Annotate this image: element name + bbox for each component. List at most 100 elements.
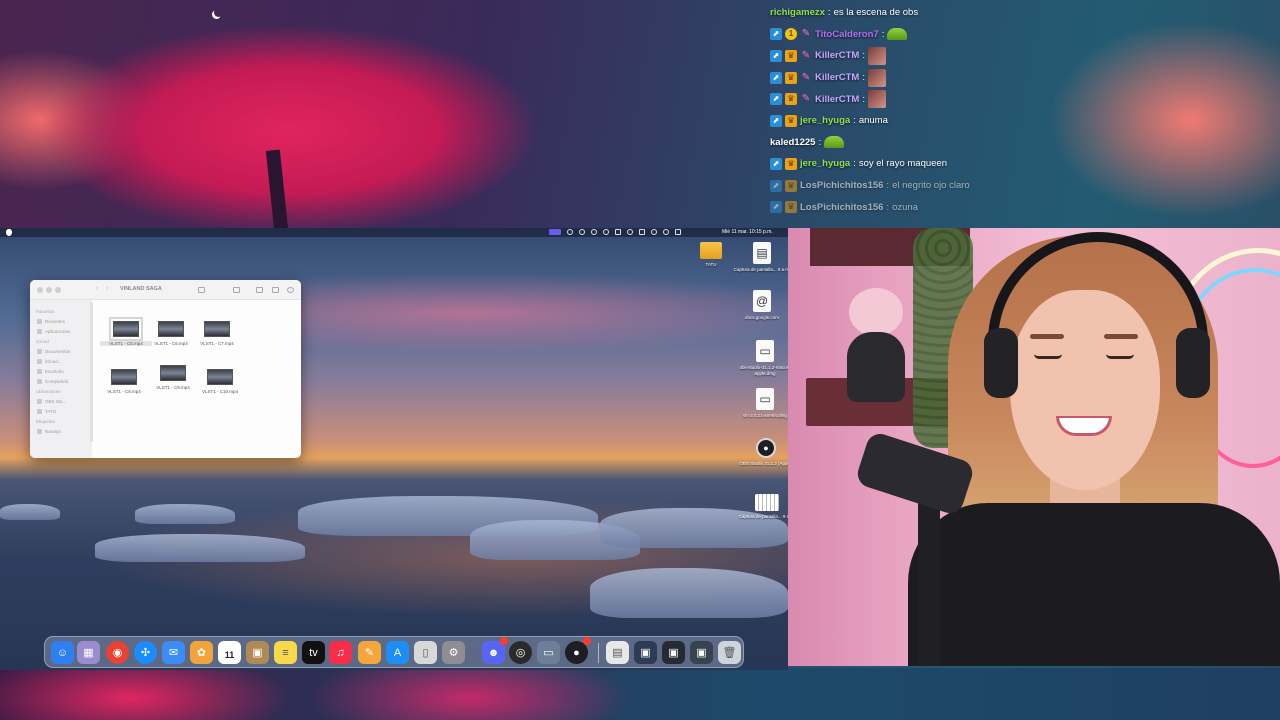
sidebar-section-heading: Favoritos (36, 309, 55, 314)
display-icon[interactable] (615, 229, 621, 235)
music-icon: ♫ (336, 646, 345, 659)
finder-window[interactable]: ‹ › VINLAND SAGA Favoritos Recientes Aplic… (30, 280, 301, 458)
dock-app-doc[interactable]: ▤ (606, 641, 629, 664)
view-mode-icon[interactable] (198, 287, 205, 293)
video-thumbnail-icon (207, 369, 233, 385)
screenshot-icon: ▤ (753, 242, 771, 264)
sidebar-item[interactable]: Aplicaciones (36, 329, 92, 334)
desktop-icon[interactable]: ● OBS Studio 31.1.2 (Apple) (736, 438, 788, 467)
forward-icon[interactable]: › (106, 285, 113, 292)
chat-username[interactable]: jere_hyuga (800, 158, 850, 169)
dock-app-quicktime[interactable]: ◎ (509, 641, 532, 664)
sidebar-item[interactable]: Recientes (36, 319, 92, 324)
dock-app-app-store[interactable]: A (386, 641, 409, 664)
chat-username[interactable]: richigamezx (770, 7, 825, 18)
dock-app-apple-tv[interactable]: tv (302, 641, 325, 664)
dock-app-discord[interactable]: ☻ (482, 637, 508, 664)
dock-app-finder[interactable]: ☺ (51, 641, 74, 664)
dock-app-trash[interactable]: 🗑 (718, 641, 741, 664)
dock-app-photos[interactable]: ✿ (190, 641, 213, 664)
finder-icon: ☺ (56, 646, 69, 659)
sidebar-item[interactable]: iCloud... (36, 359, 92, 364)
emote-icon (867, 46, 886, 65)
desktop-icon[interactable]: ▭ obs-studio-31.1.2-macos-apple.dmg (735, 340, 788, 376)
dock-app-pages[interactable]: ✎ (358, 641, 381, 664)
apple-icon[interactable] (6, 229, 12, 236)
sidebar-item[interactable]: Naranja (36, 429, 92, 434)
dock-app-calendar[interactable]: 11 (218, 641, 241, 664)
bluetooth-icon[interactable] (603, 229, 609, 235)
dock-app-mail[interactable]: ✉ (162, 641, 185, 664)
desktop-icon[interactable]: ▤ Captura de pantalla... 9 a.m. (732, 242, 788, 273)
dock-app-notes-brown[interactable]: ▣ (246, 641, 269, 664)
chat-username[interactable]: KillerCTM (815, 94, 859, 105)
dock-app-migration[interactable]: ▭ (537, 641, 560, 664)
desktop-icon[interactable]: @ docs.google.com (732, 290, 788, 321)
chat-username[interactable]: LosPichichitos156 (800, 180, 883, 191)
clock-icon[interactable] (627, 229, 633, 235)
file-item[interactable]: VLST1 - C9.mp4 (147, 365, 199, 390)
sidebar-item[interactable]: Compartido (36, 379, 92, 384)
dock-app-safari[interactable]: ✣ (134, 641, 157, 664)
pages-icon: ✎ (364, 647, 375, 659)
chat-text: ozuna (892, 201, 918, 213)
dock-app-obs[interactable]: ● (565, 637, 591, 664)
photos-icon: ✿ (196, 647, 207, 659)
search-icon[interactable] (287, 287, 294, 293)
desktop-icon[interactable]: ▭ vlc-3.0.21-arm64.dmg (735, 388, 788, 419)
menu-bar-clock[interactable]: Mié 11 mar. 10:15 p.m. (722, 228, 773, 237)
wifi-icon[interactable] (651, 229, 657, 235)
chat-username[interactable]: KillerCTM (815, 50, 859, 61)
screen-record-icon[interactable] (549, 229, 561, 235)
tag-icon[interactable] (272, 287, 279, 293)
chat-username[interactable]: TitoCalderon7 (815, 29, 879, 40)
window-thumbnail-icon: ▣ (668, 647, 679, 659)
dock-app-preview[interactable]: ▯ (414, 641, 437, 664)
dock-app-window-1[interactable]: ▣ (634, 641, 657, 664)
share-icon[interactable] (256, 287, 263, 293)
sidebar-item[interactable]: OBS Stu... (36, 399, 92, 404)
chat-colon: : (881, 28, 885, 40)
bits-badge-icon: 1 (785, 28, 797, 41)
search-icon[interactable] (663, 229, 669, 235)
desktop-icon-label: obs-studio-31.1.2-macos-apple.dmg (739, 365, 788, 376)
desktop-icon[interactable]: Captura de pantalla... 9 a.m. (737, 494, 788, 520)
back-icon[interactable]: ‹ (96, 285, 103, 292)
dock-app-chrome[interactable]: ◉ (106, 641, 129, 664)
moon-icon (214, 8, 223, 17)
discord-icon: ☻ (487, 646, 500, 659)
dock-app-window-2[interactable]: ▣ (662, 641, 685, 664)
close-button[interactable] (37, 287, 43, 293)
sidebar-item[interactable]: TATU (36, 409, 92, 414)
dock-app-window-3[interactable]: ▣ (690, 641, 713, 664)
battery-icon[interactable] (639, 229, 645, 235)
chat-username[interactable]: jere_hyuga (800, 115, 850, 126)
obs-icon: ● (573, 646, 580, 659)
file-item[interactable]: VLST1 - C7.mp4 (191, 321, 243, 346)
chat-username[interactable]: LosPichichitos156 (800, 202, 883, 213)
minimize-button[interactable] (46, 287, 52, 293)
dock-app-music[interactable]: ♫ (329, 641, 352, 664)
dock-app-launchpad[interactable]: ▦ (77, 641, 100, 664)
file-item[interactable]: VLST1 - C10.mp4 (194, 369, 246, 394)
file-item[interactable]: VLST1 - C8.mp4 (98, 369, 150, 394)
sidebar-item[interactable]: Escritorio (36, 369, 92, 374)
control-center-icon[interactable] (675, 229, 681, 235)
chat-username[interactable]: kaled1225 (770, 137, 815, 148)
chat-colon: : (886, 180, 890, 192)
dot-icon[interactable] (579, 229, 585, 235)
info-icon[interactable] (591, 229, 597, 235)
zoom-button[interactable] (55, 287, 61, 293)
file-item[interactable]: VLST1 - C6.mp4 (145, 321, 197, 346)
sidebar-item[interactable]: Documentos (36, 349, 92, 354)
chat-username[interactable]: KillerCTM (815, 72, 859, 83)
dock-app-notes[interactable]: ≡ (274, 641, 297, 664)
group-icon[interactable] (233, 287, 240, 293)
sidebar-section-heading: Ubicaciones (36, 389, 61, 394)
plush-toy (843, 288, 908, 403)
headphones-icon[interactable] (567, 229, 573, 235)
video-thumbnail-icon (111, 369, 137, 385)
launchpad-icon: ▦ (83, 647, 94, 659)
artist-badge-icon: ✎ (801, 93, 811, 105)
dock-app-system-settings[interactable]: ⚙ (442, 641, 465, 664)
